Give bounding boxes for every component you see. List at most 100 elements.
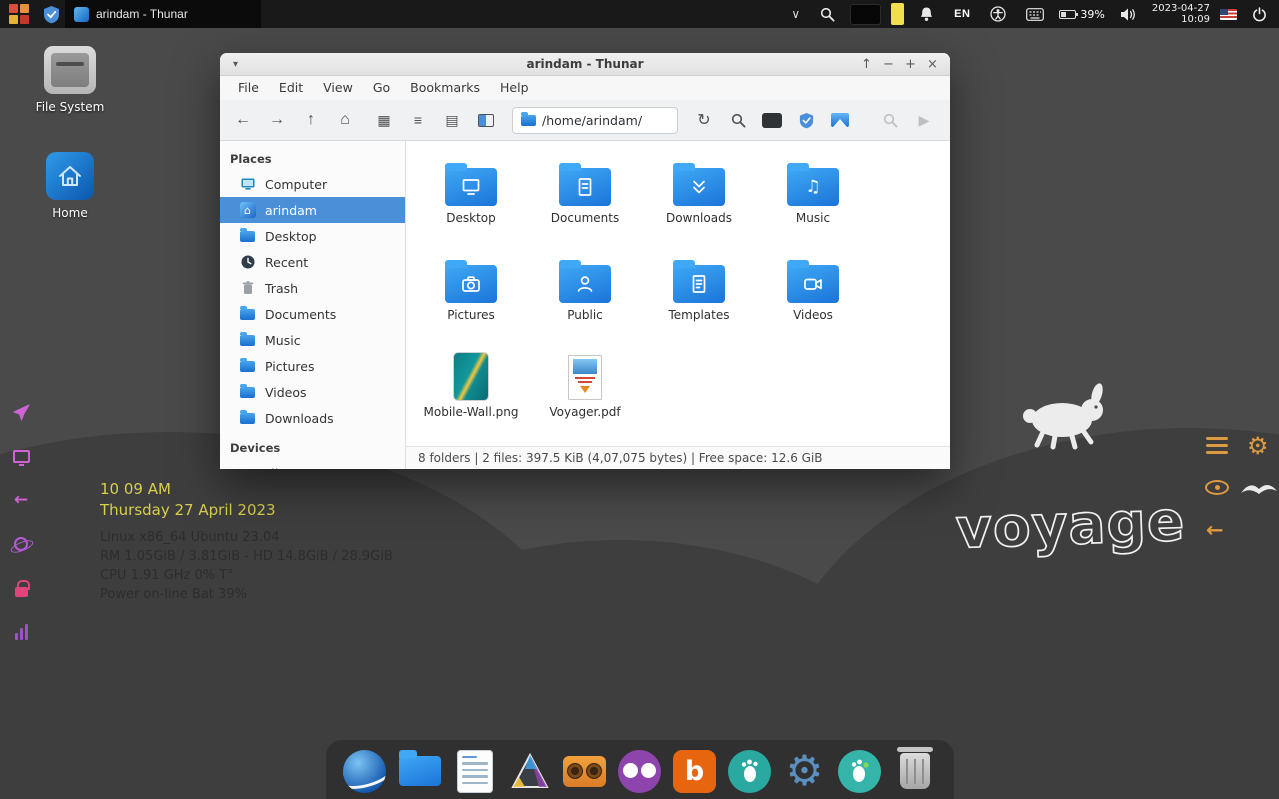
thunar-window-icon xyxy=(74,7,89,22)
menu-bookmarks[interactable]: Bookmarks xyxy=(400,76,490,100)
chevron-down-icon[interactable]: ∨ xyxy=(786,0,805,28)
gear-icon[interactable]: ⚙ xyxy=(1247,432,1269,460)
menu-go[interactable]: Go xyxy=(363,76,400,100)
keyboard-layout-indicator[interactable]: EN xyxy=(949,0,975,28)
dock-software-app[interactable] xyxy=(727,748,773,794)
file-item-documents[interactable]: Documents xyxy=(528,154,642,246)
arrow-left-icon[interactable]: ← xyxy=(10,490,32,510)
shield-icon xyxy=(43,5,60,24)
shield-button[interactable] xyxy=(791,105,821,135)
titlebar[interactable]: ▾ arindam - Thunar ↑ − + × xyxy=(220,53,950,76)
file-item-downloads[interactable]: Downloads xyxy=(642,154,756,246)
dock-browser[interactable] xyxy=(342,748,388,794)
desktop-icon-filesystem[interactable]: File System xyxy=(27,46,113,114)
shade-button[interactable]: ↑ xyxy=(860,58,873,71)
path-text: /home/arindam/ xyxy=(542,113,642,128)
split-view-button[interactable] xyxy=(471,105,501,135)
icon-view-button[interactable]: ▦ xyxy=(369,105,399,135)
up-button[interactable]: ↑ xyxy=(296,105,326,135)
accessibility-icon[interactable] xyxy=(985,0,1011,28)
maximize-button[interactable]: + xyxy=(904,58,917,71)
menu-edit[interactable]: Edit xyxy=(269,76,313,100)
forward-button[interactable]: → xyxy=(262,105,292,135)
file-item-public[interactable]: Public xyxy=(528,251,642,343)
dock-b-app[interactable]: b xyxy=(672,748,718,794)
image-thumbnail xyxy=(454,353,488,400)
us-flag-icon[interactable] xyxy=(1220,9,1237,20)
toolbar: ← → ↑ ⌂ ▦ ≡ ▤ /home/arindam/ ↻ xyxy=(220,100,950,141)
file-item-desktop[interactable]: Desktop xyxy=(414,154,528,246)
reload-button[interactable]: ↻ xyxy=(689,105,719,135)
plane-icon[interactable] xyxy=(10,402,32,422)
search-button[interactable] xyxy=(723,105,753,135)
dock-file-manager[interactable] xyxy=(397,748,443,794)
eye-icon[interactable] xyxy=(1205,480,1229,495)
dock-text-editor[interactable] xyxy=(452,748,498,794)
sidebar-item-music[interactable]: Music xyxy=(220,327,405,353)
dock-media-player[interactable] xyxy=(617,748,663,794)
minimize-button[interactable]: − xyxy=(882,58,895,71)
file-name: Documents xyxy=(551,211,619,225)
menu-file[interactable]: File xyxy=(228,76,269,100)
sidebar-item-recent[interactable]: Recent xyxy=(220,249,405,275)
back-button[interactable]: ← xyxy=(228,105,258,135)
clock[interactable]: 2023-04-27 10:09 xyxy=(1152,3,1210,25)
dock-music-app[interactable] xyxy=(562,748,608,794)
power-icon[interactable] xyxy=(1247,0,1272,28)
sidebar-item-label: Pictures xyxy=(265,359,315,374)
file-item-pictures[interactable]: Pictures xyxy=(414,251,528,343)
file-item-voyager-pdf[interactable]: Voyager.pdf xyxy=(528,348,642,440)
path-bar[interactable]: /home/arindam/ xyxy=(512,107,678,134)
menu-help[interactable]: Help xyxy=(490,76,539,100)
window-list-button[interactable]: arindam - Thunar xyxy=(65,0,261,28)
list-view-button[interactable]: ≡ xyxy=(403,105,433,135)
search-icon[interactable] xyxy=(815,0,840,28)
sidebar-item-computer[interactable]: Computer xyxy=(220,171,405,197)
sidebar-item-videos[interactable]: Videos xyxy=(220,379,405,405)
cpu-bar-widget[interactable] xyxy=(891,3,904,25)
file-item-mobile-wall[interactable]: Mobile-Wall.png xyxy=(414,348,528,440)
monitor-widget[interactable] xyxy=(850,4,881,25)
notification-bell-icon[interactable] xyxy=(914,0,939,28)
desktop-icon-home[interactable]: Home xyxy=(27,152,113,220)
home-button[interactable]: ⌂ xyxy=(330,105,360,135)
dock-gnome-app[interactable] xyxy=(837,748,883,794)
close-button[interactable]: × xyxy=(926,58,939,71)
home-icon xyxy=(46,152,94,200)
file-item-templates[interactable]: Templates xyxy=(642,251,756,343)
sidebar-item-pictures[interactable]: Pictures xyxy=(220,353,405,379)
arrow-back-icon[interactable]: ← xyxy=(1206,518,1224,542)
dock-graphics-app[interactable] xyxy=(507,748,553,794)
play-disabled-button[interactable]: ▶ xyxy=(909,105,939,135)
stats-bars-icon[interactable] xyxy=(10,622,32,642)
pdf-thumbnail xyxy=(568,355,602,400)
menu-view[interactable]: View xyxy=(313,76,363,100)
planet-icon[interactable] xyxy=(10,534,32,554)
shield-menu-icon[interactable] xyxy=(38,0,65,28)
sidebar-item-filesystem[interactable]: File System xyxy=(220,460,405,469)
thunar-window: ▾ arindam - Thunar ↑ − + × File Edit Vie… xyxy=(220,53,950,469)
display-icon[interactable] xyxy=(10,446,32,466)
hamburger-menu-icon[interactable] xyxy=(1206,437,1228,454)
lock-icon[interactable] xyxy=(10,578,32,598)
dock-settings[interactable]: ⚙ xyxy=(782,748,828,794)
volume-icon[interactable] xyxy=(1115,0,1142,28)
app-grid-menu-icon[interactable] xyxy=(0,0,38,28)
sidebar-item-trash[interactable]: Trash xyxy=(220,275,405,301)
trash-icon xyxy=(239,280,256,297)
sidebar-item-arindam[interactable]: ⌂ arindam xyxy=(220,197,405,223)
terminal-button[interactable] xyxy=(757,105,787,135)
computer-icon xyxy=(239,176,256,193)
sidebar-item-desktop[interactable]: Desktop xyxy=(220,223,405,249)
wallpaper-button[interactable] xyxy=(825,105,855,135)
keyboard-icon[interactable] xyxy=(1021,0,1049,28)
sidebar-item-downloads[interactable]: Downloads xyxy=(220,405,405,431)
drive-icon xyxy=(44,46,96,94)
battery-indicator[interactable]: 39% xyxy=(1059,8,1104,21)
dock-trash[interactable] xyxy=(892,748,938,794)
sidebar-item-documents[interactable]: Documents xyxy=(220,301,405,327)
file-item-videos[interactable]: Videos xyxy=(756,251,870,343)
file-item-music[interactable]: ♫ Music xyxy=(756,154,870,246)
compact-view-button[interactable]: ▤ xyxy=(437,105,467,135)
search-disabled-button[interactable] xyxy=(875,105,905,135)
